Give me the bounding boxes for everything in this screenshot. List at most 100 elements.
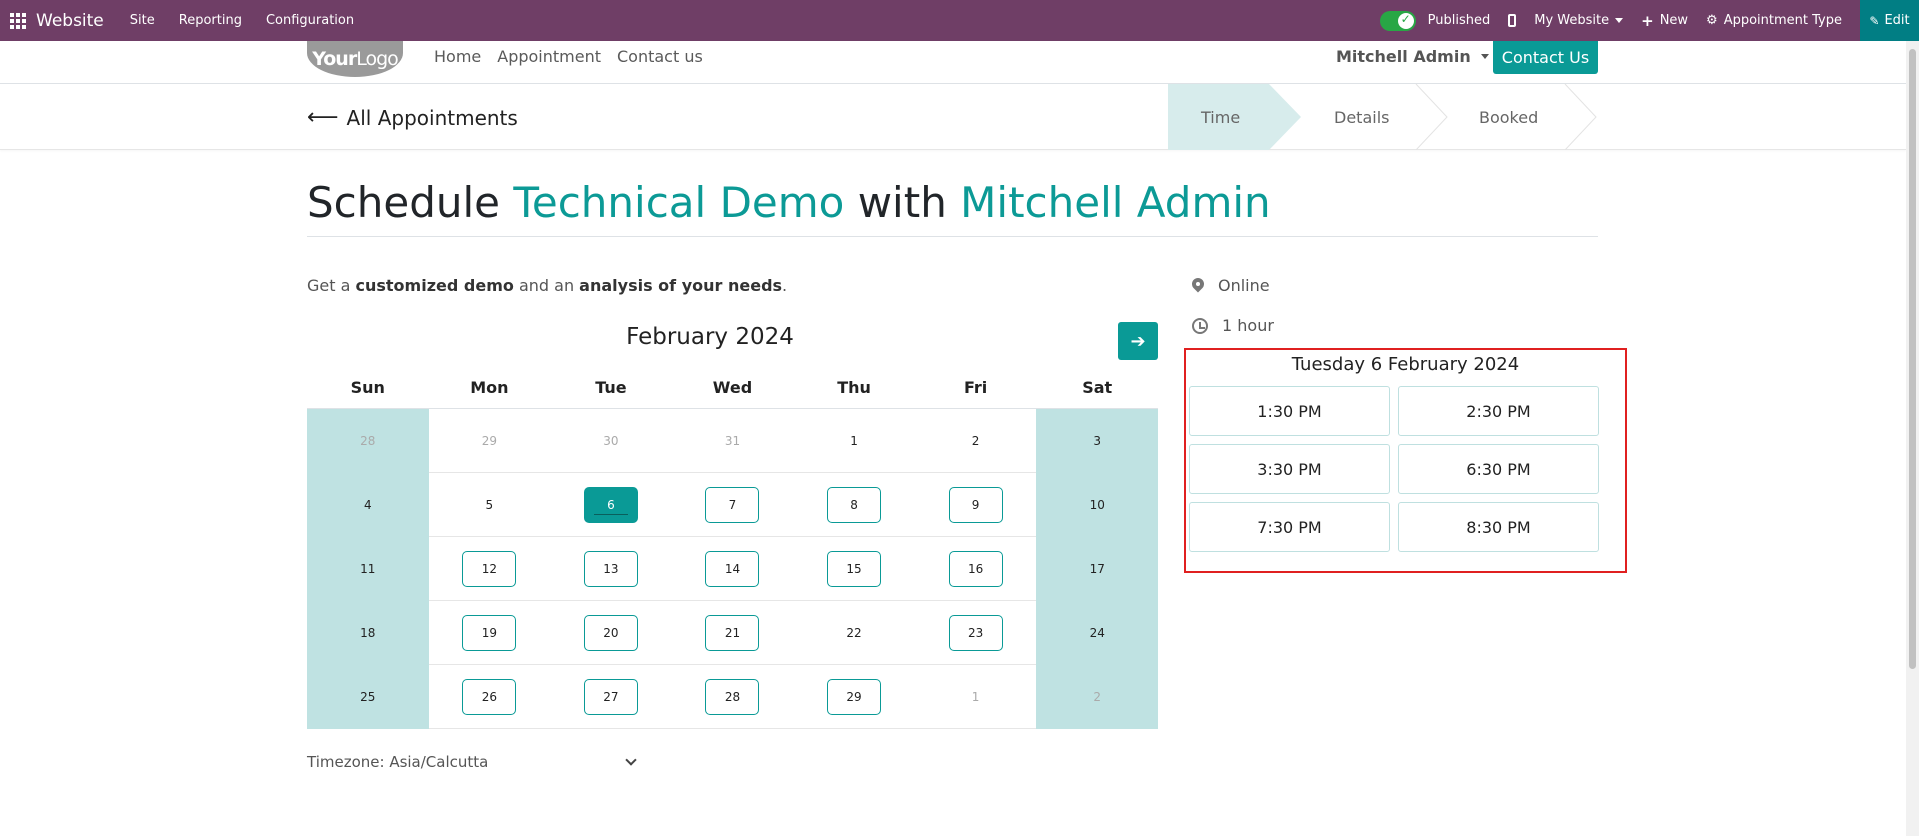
appointment-type-label: Appointment Type [1723, 13, 1842, 28]
timezone-select[interactable]: Timezone: Asia/Calcutta [307, 753, 639, 771]
calendar-cell: 11 [307, 537, 429, 601]
selected-day[interactable]: 6 [583, 486, 638, 523]
available-day[interactable]: 8 [827, 486, 882, 523]
my-website-label: My Website [1534, 13, 1610, 28]
available-day[interactable]: 13 [583, 550, 638, 587]
caret-down-icon [1480, 54, 1489, 59]
available-day[interactable]: 20 [583, 614, 638, 651]
page-scrollbar[interactable] [1906, 41, 1919, 836]
published-toggle[interactable]: ✓ Published [1379, 10, 1491, 31]
available-day[interactable]: 12 [462, 550, 517, 587]
calendar-cell[interactable]: 6 [550, 473, 672, 537]
calendar-cell[interactable]: 8 [793, 473, 915, 537]
calendar-cell: 30 [550, 409, 672, 473]
day-number: 11 [360, 561, 376, 576]
desc-part: . [782, 276, 788, 295]
edit-label: Edit [1884, 13, 1910, 28]
clock-icon [1192, 317, 1208, 334]
time-slot[interactable]: 3:30 PM [1189, 444, 1390, 494]
calendar-cell: 18 [307, 601, 429, 665]
apps-menu-icon[interactable] [0, 0, 36, 41]
time-slot[interactable]: 7:30 PM [1189, 502, 1390, 552]
calendar-cell[interactable]: 7 [671, 473, 794, 537]
mobile-preview-button[interactable] [1508, 14, 1517, 27]
title-user: Mitchell Admin [960, 178, 1271, 227]
contact-us-button[interactable]: Contact Us [1493, 41, 1598, 74]
day-number: 28 [360, 433, 376, 448]
title-appointment-type: Technical Demo [513, 178, 845, 227]
caret-down-icon [1615, 18, 1624, 23]
calendar-cell[interactable]: 23 [914, 601, 1037, 665]
available-day[interactable]: 28 [705, 678, 760, 715]
time-slot[interactable]: 1:30 PM [1189, 386, 1390, 436]
published-label: Published [1427, 13, 1491, 28]
time-slot[interactable]: 8:30 PM [1398, 502, 1599, 552]
available-day[interactable]: 16 [948, 550, 1003, 587]
calendar-days: 28 29 30 31 1 2 3 4 5 6 7 8 9 10 11 12 13 14 15 16 17 18 19 20 2… [307, 409, 1158, 729]
site-logo[interactable]: Your Logo [307, 41, 403, 77]
time-slots-panel: Tuesday 6 February 2024 1:30 PM 2:30 PM … [1184, 348, 1627, 573]
calendar-cell[interactable]: 21 [671, 601, 794, 665]
user-name: Mitchell Admin [1336, 47, 1471, 66]
back-to-appointments-link[interactable]: ⟵ All Appointments [307, 105, 518, 130]
day-number: 22 [846, 625, 862, 640]
calendar-cell: 25 [307, 665, 429, 729]
desc-part: and an [513, 276, 580, 295]
calendar-cell[interactable]: 15 [793, 537, 915, 601]
nav-appointment[interactable]: Appointment [497, 47, 601, 66]
calendar-cell[interactable]: 27 [550, 665, 672, 729]
calendar-cell[interactable]: 13 [550, 537, 672, 601]
desc-part: Get a [307, 276, 356, 295]
edit-button[interactable]: ✎ Edit [1860, 0, 1919, 41]
calendar-cell[interactable]: 12 [428, 537, 551, 601]
menu-site[interactable]: Site [130, 13, 155, 28]
calendar-cell: 2 [1036, 665, 1158, 729]
available-day[interactable]: 21 [705, 614, 760, 651]
arrow-left-icon: ⟵ [307, 105, 339, 130]
menu-configuration[interactable]: Configuration [266, 13, 354, 28]
time-slot[interactable]: 6:30 PM [1398, 444, 1599, 494]
timezone-label: Timezone: Asia/Calcutta [307, 753, 489, 771]
day-number: 2 [971, 433, 980, 448]
nav-contact[interactable]: Contact us [617, 47, 703, 66]
user-dropdown[interactable]: Mitchell Admin [1336, 47, 1489, 66]
calendar-cell[interactable]: 19 [428, 601, 551, 665]
calendar-cell[interactable]: 28 [671, 665, 794, 729]
calendar-cell[interactable]: 16 [914, 537, 1037, 601]
calendar-cell[interactable]: 29 [793, 665, 915, 729]
calendar-cell[interactable]: 14 [671, 537, 794, 601]
calendar-cell: 5 [428, 473, 551, 537]
weekday-wed: Wed [712, 378, 753, 397]
weekday-mon: Mon [470, 378, 509, 397]
weekday-sun: Sun [350, 378, 385, 397]
time-slot[interactable]: 2:30 PM [1398, 386, 1599, 436]
calendar-cell[interactable]: 26 [428, 665, 551, 729]
available-day[interactable]: 27 [583, 678, 638, 715]
appointment-type-button[interactable]: ⚙ Appointment Type [1706, 13, 1842, 28]
toggle-switch-icon: ✓ [1379, 10, 1416, 31]
app-brand[interactable]: Website [36, 11, 104, 31]
available-day[interactable]: 29 [827, 678, 882, 715]
back-label: All Appointments [346, 105, 518, 130]
appointment-description: Get a customized demo and an analysis of… [307, 276, 787, 295]
weekday-thu: Thu [837, 378, 871, 397]
scrollbar-thumb[interactable] [1909, 49, 1916, 669]
available-day[interactable]: 26 [462, 678, 517, 715]
site-header: Your Logo Home Appointment Contact us Mit… [0, 41, 1906, 84]
available-day[interactable]: 23 [948, 614, 1003, 651]
menu-reporting[interactable]: Reporting [179, 13, 242, 28]
map-pin-icon [1192, 278, 1204, 294]
available-day[interactable]: 19 [462, 614, 517, 651]
available-day[interactable]: 15 [827, 550, 882, 587]
calendar-cell[interactable]: 9 [914, 473, 1037, 537]
calendar-cell[interactable]: 20 [550, 601, 672, 665]
available-day[interactable]: 7 [705, 486, 760, 523]
new-label: New [1659, 13, 1689, 28]
available-day[interactable]: 14 [705, 550, 760, 587]
nav-home[interactable]: Home [434, 47, 481, 66]
my-website-dropdown[interactable]: My Website [1534, 13, 1624, 28]
available-day[interactable]: 9 [948, 486, 1003, 523]
new-button[interactable]: + New [1641, 12, 1688, 30]
location-info: Online [1192, 276, 1270, 295]
next-month-button[interactable]: ➔ [1118, 322, 1158, 360]
